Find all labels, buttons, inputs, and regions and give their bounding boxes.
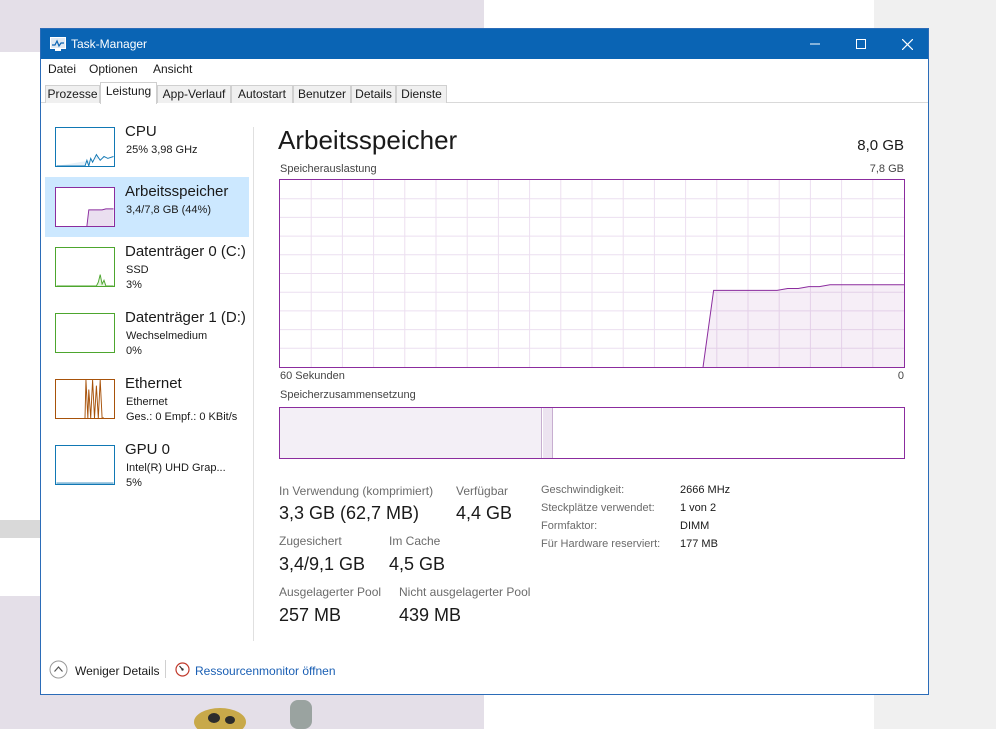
tab-prozesse[interactable]: Prozesse — [45, 85, 100, 103]
sidebar-value: Ges.: 0 Empf.: 0 KBit/s — [126, 411, 238, 423]
task-manager-window: Task-Manager Datei Optionen Ansicht Proz… — [40, 28, 929, 695]
sidebar-title: CPU — [125, 123, 157, 140]
ethernet-thumbnail-graph — [55, 379, 115, 419]
background-window-bottom — [500, 694, 874, 729]
tab-bar: Prozesse Leistung App-Verlauf Autostart … — [41, 81, 928, 104]
footer: Weniger Details Ressourcenmonitor öffnen — [41, 657, 928, 687]
title-bar[interactable]: Task-Manager — [41, 29, 928, 59]
resource-sidebar: CPU 25% 3,98 GHz Arbeitsspeicher 3,4/7,8… — [41, 104, 253, 649]
stat-value-committed: 3,4/9,1 GB — [279, 554, 366, 574]
sidebar-title: Ethernet — [125, 375, 182, 392]
stat-value-available: 4,4 GB — [456, 503, 513, 523]
sidebar-item-cpu[interactable]: CPU 25% 3,98 GHz — [45, 117, 249, 177]
sidebar-item-ethernet[interactable]: Ethernet Ethernet Ges.: 0 Empf.: 0 KBit/… — [45, 369, 249, 429]
resource-monitor-icon — [175, 662, 190, 677]
menu-ansicht[interactable]: Ansicht — [153, 62, 192, 76]
disk-c-thumbnail-graph — [55, 247, 115, 287]
sidebar-item-disk-c[interactable]: Datenträger 0 (C:) SSD 3% — [45, 237, 249, 297]
composition-modified — [543, 408, 553, 458]
stat-label-committed: Zugesichert — [279, 534, 342, 548]
detail-key-speed: Geschwindigkeit: — [541, 484, 625, 496]
menu-bar: Datei Optionen Ansicht — [41, 59, 928, 79]
detail-value-hw-reserved: 177 MB — [680, 538, 718, 550]
detail-key-slots: Steckplätze verwendet: — [541, 502, 655, 514]
memory-composition-bar — [279, 407, 905, 459]
stat-value-cached: 4,5 GB — [389, 554, 446, 574]
footer-divider — [165, 660, 166, 678]
minimize-icon — [810, 43, 820, 45]
sidebar-subtitle: Ethernet — [126, 396, 168, 408]
stat-value-in-use: 3,3 GB (62,7 MB) — [279, 503, 420, 523]
tab-app-verlauf[interactable]: App-Verlauf — [157, 85, 231, 103]
sidebar-subtitle: 25% 3,98 GHz — [126, 144, 198, 156]
composition-label: Speicherzusammensetzung — [280, 389, 416, 401]
page-title: Arbeitsspeicher — [278, 125, 458, 155]
gpu-thumbnail-graph — [55, 445, 115, 485]
sidebar-subtitle: Intel(R) UHD Grap... — [126, 462, 226, 474]
detail-value-slots: 1 von 2 — [680, 502, 717, 514]
stat-label-paged-pool: Ausgelagerter Pool — [279, 585, 382, 599]
graph-label: Speicherauslastung — [280, 163, 377, 175]
less-details-button[interactable]: Weniger Details — [75, 664, 159, 678]
detail-value-speed: 2666 MHz — [680, 484, 731, 496]
tab-dienste[interactable]: Dienste — [396, 85, 447, 103]
resource-monitor-link[interactable]: Ressourcenmonitor öffnen — [195, 664, 336, 678]
graph-time-label: 60 Sekunden — [280, 370, 345, 382]
stat-label-nonpaged-pool: Nicht ausgelagerter Pool — [399, 585, 531, 599]
stat-label-in-use: In Verwendung (komprimiert) — [279, 484, 434, 498]
sidebar-subtitle: SSD — [126, 264, 149, 276]
maximize-icon — [856, 39, 866, 49]
sidebar-value: 3% — [126, 279, 142, 291]
sidebar-item-disk-d[interactable]: Datenträger 1 (D:) Wechselmedium 0% — [45, 303, 249, 363]
sidebar-subtitle: Wechselmedium — [126, 330, 208, 342]
graph-max-label: 7,8 GB — [869, 163, 904, 175]
usage-area — [703, 284, 904, 367]
tab-leistung[interactable]: Leistung — [100, 82, 157, 104]
tab-benutzer[interactable]: Benutzer — [293, 85, 351, 103]
sidebar-item-memory[interactable]: Arbeitsspeicher 3,4/7,8 GB (44%) — [45, 177, 249, 237]
memory-thumbnail-graph — [55, 187, 115, 227]
maximize-button[interactable] — [838, 29, 884, 59]
sidebar-item-gpu[interactable]: GPU 0 Intel(R) UHD Grap... 5% — [45, 435, 249, 495]
background-window-fragment — [0, 538, 42, 596]
graph-min-label: 0 — [897, 370, 904, 382]
chevron-up-circle-icon[interactable] — [49, 660, 68, 679]
background-scrollbar-fragment — [0, 520, 42, 538]
background-window-fragment — [0, 52, 42, 522]
detail-key-form-factor: Formfaktor: — [541, 520, 598, 532]
memory-usage-graph — [279, 179, 905, 368]
memory-total: 8,0 GB — [857, 137, 904, 154]
sidebar-title: Datenträger 1 (D:) — [125, 309, 246, 326]
sidebar-title: GPU 0 — [125, 441, 171, 458]
menu-datei[interactable]: Datei — [48, 62, 76, 76]
detail-value-form-factor: DIMM — [680, 520, 710, 532]
cpu-thumbnail-graph — [55, 127, 115, 167]
sidebar-title: Arbeitsspeicher — [125, 183, 229, 200]
sidebar-value: 0% — [126, 345, 142, 357]
composition-in-use — [280, 408, 542, 458]
stat-value-nonpaged-pool: 439 MB — [399, 605, 462, 625]
disk-d-thumbnail-graph — [55, 313, 115, 353]
sidebar-title: Datenträger 0 (C:) — [125, 243, 246, 260]
close-icon — [901, 38, 913, 50]
window-title: Task-Manager — [71, 37, 148, 51]
tab-autostart[interactable]: Autostart — [231, 85, 293, 103]
stat-label-available: Verfügbar — [456, 484, 509, 498]
menu-optionen[interactable]: Optionen — [89, 62, 138, 76]
stat-value-paged-pool: 257 MB — [279, 605, 342, 625]
sidebar-value: 5% — [126, 477, 142, 489]
task-manager-icon — [50, 37, 66, 51]
stat-label-cached: Im Cache — [389, 534, 441, 548]
minimize-button[interactable] — [792, 29, 838, 59]
tab-details[interactable]: Details — [351, 85, 396, 103]
detail-key-hw-reserved: Für Hardware reserviert: — [541, 538, 661, 550]
close-button[interactable] — [884, 29, 930, 59]
panel-divider — [253, 127, 254, 641]
sidebar-subtitle: 3,4/7,8 GB (44%) — [126, 204, 211, 216]
figurine-image — [194, 700, 312, 729]
